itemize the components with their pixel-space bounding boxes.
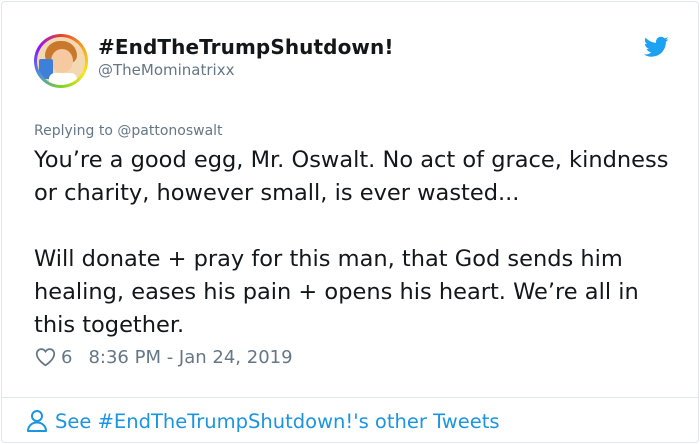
like-count[interactable]: 6 xyxy=(61,347,72,368)
author-handle[interactable]: @TheMominatrixx xyxy=(98,61,234,79)
heart-icon[interactable] xyxy=(35,347,56,367)
twitter-bird-icon[interactable] xyxy=(644,36,669,58)
author-display-name[interactable]: #EndTheTrumpShutdown! xyxy=(98,35,394,59)
divider xyxy=(2,397,698,398)
person-icon xyxy=(27,410,47,432)
embedded-tweet-card: #EndTheTrumpShutdown! @TheMominatrixx Re… xyxy=(1,1,699,443)
avatar-image xyxy=(37,37,85,85)
avatar[interactable] xyxy=(34,34,88,88)
replying-to-line[interactable]: Replying to @pattonoswalt xyxy=(34,123,223,139)
see-other-tweets-link[interactable]: See #EndTheTrumpShutdown!'s other Tweets xyxy=(26,406,500,436)
tweet-text: You’re a good egg, Mr. Oswalt. No act of… xyxy=(34,147,669,338)
see-other-tweets-label[interactable]: See #EndTheTrumpShutdown!'s other Tweets xyxy=(55,410,500,433)
tweet-meta: 6 8:36 PM - Jan 24, 2019 xyxy=(35,345,293,369)
tweet-timestamp[interactable]: 8:36 PM - Jan 24, 2019 xyxy=(88,347,292,368)
